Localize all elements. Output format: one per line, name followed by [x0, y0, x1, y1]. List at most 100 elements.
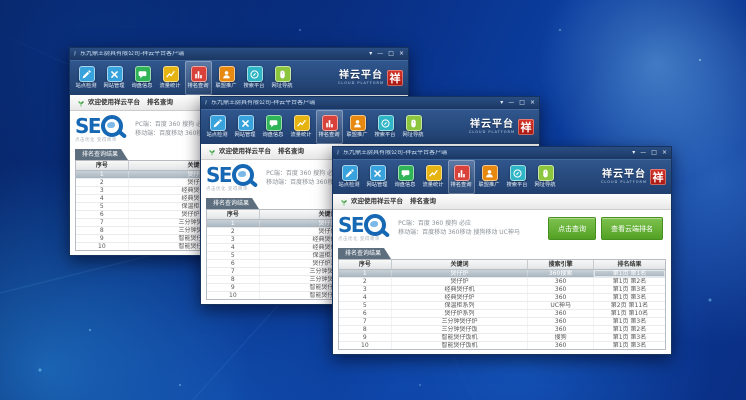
query-button[interactable]: 点击查询	[548, 217, 596, 240]
table-row[interactable]: 2煲仔炉360第1页 第2名	[339, 278, 665, 286]
toolbar-item-site-check[interactable]: 站点检测	[73, 61, 100, 95]
brand-logo: 祥云平台 CLOUD PLATFORM 祥	[469, 110, 536, 144]
toolbar-item-site-nav[interactable]: 网址导航	[400, 110, 427, 144]
table-row[interactable]: 3经典煲仔机360第1页 第3名	[339, 286, 665, 294]
minimize-button[interactable]: —	[508, 100, 514, 106]
table-row[interactable]: 8三分钟煲仔饭360第1页 第2名	[339, 326, 665, 334]
toolbar-item-site-manage[interactable]: 网站管理	[101, 61, 128, 95]
toolbar-item-search-platform[interactable]: 搜索平台	[372, 110, 399, 144]
close-button[interactable]: ×	[530, 100, 535, 106]
cell-keyword: 煲仔炉	[392, 270, 529, 277]
toolbar-item-site-check[interactable]: 站点检测	[204, 110, 231, 144]
cell-index: 2	[207, 228, 260, 235]
maximize-button[interactable]: □	[519, 100, 525, 106]
pc-engines-line: PC端：百度 360 搜狗 必应	[398, 221, 520, 227]
site-manage-icon	[370, 165, 386, 181]
table-row[interactable]: 9智能煲仔饭机搜狗第1页 第3名	[339, 334, 665, 342]
toolbar-item-alliance-promo[interactable]: 联盟推广	[344, 110, 371, 144]
supported-engines: PC端：百度 360 搜狗 必应 移动端：百度移动 360移动 搜狗移动 UC神…	[398, 221, 520, 236]
toolbar-item-ranking-query[interactable]: 排名查询	[448, 160, 475, 194]
cell-index: 6	[76, 211, 129, 218]
brand-title: 祥云平台	[602, 170, 646, 180]
toolbar-item-site-check[interactable]: 站点检测	[336, 160, 363, 194]
main-toolbar: 站点检测 网站管理 询盘信息 流量统计	[70, 60, 408, 95]
cell-engine: 360	[528, 326, 594, 333]
brand-subtitle: CLOUD PLATFORM	[601, 181, 647, 185]
site-check-icon	[79, 66, 95, 82]
toolbar-item-traffic-stats[interactable]: 流量统计	[420, 160, 447, 194]
toolbar-item-inquiry[interactable]: 询盘信息	[260, 110, 287, 144]
alliance-people-icon	[219, 66, 235, 82]
cell-index: 2	[339, 278, 392, 285]
toolbar-item-label: 流量统计	[160, 84, 181, 89]
toolbar-item-alliance-promo[interactable]: 联盟推广	[213, 61, 240, 95]
window-title: 广东九鼎王厨具有限公司-祥云平台客户端	[74, 51, 364, 57]
traffic-chart-icon	[426, 165, 442, 181]
table-row[interactable]: 5保温柜系列UC神马第2页 第11名	[339, 302, 665, 310]
tab-ranking-results[interactable]: 排名查询结果	[206, 198, 259, 209]
cell-index: 9	[207, 284, 260, 291]
cell-rank: 第1页 第3名	[594, 342, 665, 349]
cell-engine: 360	[528, 294, 594, 301]
toolbar-item-site-nav[interactable]: 网址导航	[269, 61, 296, 95]
toolbar-item-label: 搜索平台	[375, 133, 396, 138]
titlebar[interactable]: 广东九鼎王厨具有限公司-祥云平台客户端 ▾ — □ ×	[70, 48, 408, 60]
table-row[interactable]: 1煲仔炉360搜索第1页 第1名	[339, 270, 665, 278]
toolbar-item-label: 联盟推广	[216, 84, 237, 89]
maximize-button[interactable]: □	[651, 150, 657, 156]
alliance-people-icon	[350, 115, 366, 131]
minimize-button[interactable]: —	[377, 51, 383, 57]
tab-ranking-results[interactable]: 排名查询结果	[338, 248, 391, 259]
cell-index: 9	[76, 235, 129, 242]
minimize-button[interactable]: —	[640, 150, 646, 156]
cell-index: 10	[207, 292, 260, 299]
maximize-button[interactable]: □	[388, 51, 394, 57]
cell-index: 4	[207, 244, 260, 251]
cell-rank: 第1页 第3名	[594, 294, 665, 301]
view-cloud-ranking-button[interactable]: 查看云端排名	[601, 217, 663, 240]
table-row[interactable]: 7三分钟煲仔炉360第1页 第3名	[339, 318, 665, 326]
toolbar-item-label: 网站管理	[235, 133, 256, 138]
cell-index: 5	[76, 203, 129, 210]
skin-button[interactable]: ▾	[632, 150, 635, 156]
skin-button[interactable]: ▾	[500, 100, 503, 106]
search-platform-compass-icon	[247, 66, 263, 82]
search-platform-compass-icon	[378, 115, 394, 131]
toolbar-item-label: 站点检测	[339, 183, 360, 188]
skin-button[interactable]: ▾	[369, 51, 372, 57]
cell-keyword: 煲仔炉	[392, 278, 529, 285]
toolbar-item-search-platform[interactable]: 搜索平台	[241, 61, 268, 95]
toolbar-item-alliance-promo[interactable]: 联盟推广	[476, 160, 503, 194]
seo-logo: SE 点击优化 变得简单	[206, 164, 254, 193]
cell-index: 1	[76, 171, 129, 178]
table-row[interactable]: 6煲仔炉系列360第1页 第10名	[339, 310, 665, 318]
close-button[interactable]: ×	[662, 150, 667, 156]
toolbar-item-ranking-query[interactable]: 排名查询	[316, 110, 343, 144]
magnifier-icon	[101, 115, 123, 137]
toolbar-item-site-nav[interactable]: 网址导航	[532, 160, 559, 194]
cell-keyword: 保温柜系列	[392, 302, 529, 309]
toolbar-item-site-manage[interactable]: 网站管理	[232, 110, 259, 144]
tab-ranking-results[interactable]: 排名查询结果	[75, 149, 128, 160]
titlebar[interactable]: 广东九鼎王厨具有限公司-祥云平台客户端 ▾ — □ ×	[333, 147, 671, 159]
table-row[interactable]: 4经典煲仔炉360第1页 第3名	[339, 294, 665, 302]
site-nav-mouse-icon	[538, 165, 554, 181]
toolbar-item-ranking-query[interactable]: 排名查询	[185, 61, 212, 95]
close-button[interactable]: ×	[399, 51, 404, 57]
table-row[interactable]: 10智能煲仔饭机360第1页 第3名	[339, 342, 665, 349]
tab-row: 排名查询结果	[338, 247, 666, 259]
app-window: 广东九鼎王厨具有限公司-祥云平台客户端 ▾ — □ × 站点检测 网站管理	[332, 146, 672, 355]
traffic-chart-icon	[294, 115, 310, 131]
toolbar-item-search-platform[interactable]: 搜索平台	[504, 160, 531, 194]
cell-index: 10	[76, 243, 129, 250]
action-buttons: 点击查询 查看云端排名	[548, 217, 666, 240]
toolbar-item-traffic-stats[interactable]: 流量统计	[288, 110, 315, 144]
toolbar-item-label: 站点检测	[207, 133, 228, 138]
header-cell-engine: 搜索引擎	[528, 260, 594, 269]
toolbar-item-inquiry[interactable]: 询盘信息	[129, 61, 156, 95]
toolbar-item-inquiry[interactable]: 询盘信息	[392, 160, 419, 194]
toolbar-item-site-manage[interactable]: 网站管理	[364, 160, 391, 194]
cell-index: 6	[339, 310, 392, 317]
toolbar-item-traffic-stats[interactable]: 流量统计	[157, 61, 184, 95]
titlebar[interactable]: 广东九鼎王厨具有限公司-祥云平台客户端 ▾ — □ ×	[201, 97, 539, 109]
